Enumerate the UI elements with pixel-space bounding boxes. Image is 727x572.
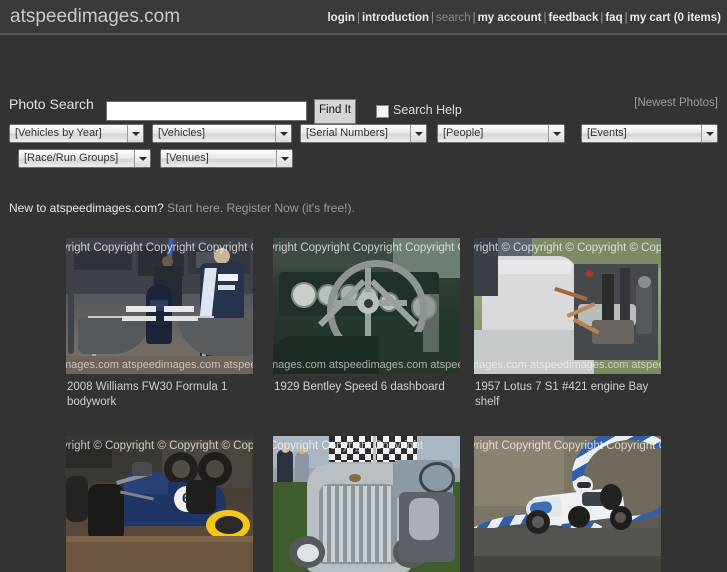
nav-link-feedback[interactable]: feedback (548, 12, 598, 24)
thumbnail-image[interactable]: yright Copyright Copyright Copyright Cop… (474, 436, 661, 572)
promo-register-link[interactable]: Register Now (226, 201, 298, 215)
dropdown-serial-numbers[interactable]: [Serial Numbers] (300, 124, 427, 143)
chevron-down-icon[interactable] (275, 125, 291, 142)
chevron-down-icon[interactable] (410, 125, 426, 142)
gallery-item[interactable]: Copyright Copyright Copyright (273, 436, 460, 572)
nav-link-faq[interactable]: faq (605, 12, 622, 24)
dropdown-label: [Venues] (166, 152, 209, 164)
thumbnail-image[interactable]: yright Copyright Copyright Copyright Cop… (66, 238, 253, 374)
dropdown-events[interactable]: [Events] (581, 124, 718, 143)
nav-link-my-account[interactable]: my account (478, 12, 542, 24)
find-it-button[interactable]: Find It (314, 99, 356, 124)
thumbnail-image[interactable]: 6 yright © Copyright © Copyright © Copyr… (66, 436, 253, 572)
thumbnail-image[interactable]: Copyright Copyright Copyright (273, 436, 460, 572)
search-help-checkbox[interactable] (376, 105, 389, 118)
gallery-item-caption[interactable]: 1929 Bentley Speed 6 dashboard (274, 380, 464, 395)
nav-link-introduction[interactable]: introduction (362, 12, 429, 24)
chevron-down-icon[interactable] (276, 150, 292, 167)
page-root: atspeedimages.com login | introduction | sea… (0, 0, 727, 572)
nav-separator: | (356, 12, 360, 24)
gallery-item-caption[interactable]: 1957 Lotus 7 S1 #421 engine Bay shelf (475, 380, 665, 410)
promo-prefix: New to atspeedimages.com? (9, 201, 164, 215)
dropdown-label: [Vehicles] (158, 127, 206, 139)
search-section: Photo Search Find It Search Help [Newest… (0, 35, 727, 124)
dropdown-venues[interactable]: [Venues] (160, 149, 293, 168)
site-header: atspeedimages.com login | introduction | sea… (0, 0, 727, 35)
search-help-label[interactable]: Search Help (393, 103, 462, 117)
gallery-item[interactable]: yright Copyright Copyright Copyright Cop… (474, 436, 661, 572)
newest-photos-link[interactable]: [Newest Photos] (634, 97, 718, 109)
chevron-down-icon[interactable] (127, 125, 143, 142)
gallery-item-caption[interactable]: 2008 Williams FW30 Formula 1 bodywork (67, 380, 257, 410)
dropdown-people[interactable]: [People] (437, 124, 565, 143)
nav-separator: | (431, 12, 435, 24)
thumbnail-image[interactable]: yright © Copyright © Copyright © Copyrig… (474, 238, 661, 374)
dropdown-label: [Serial Numbers] (306, 127, 388, 139)
chevron-down-icon[interactable] (134, 150, 150, 167)
gallery-item[interactable]: 6 yright © Copyright © Copyright © Copyr… (66, 436, 253, 572)
gallery-item[interactable]: yright Copyright Copyright Copyright Cop… (273, 238, 460, 393)
thumbnail-image[interactable]: yright Copyright Copyright Copyright Cop… (273, 238, 460, 374)
nav-link-login[interactable]: login (327, 12, 354, 24)
chevron-down-icon[interactable] (701, 125, 717, 142)
dropdown-label: [Vehicles by Year] (15, 127, 102, 139)
dropdown-race-run-groups[interactable]: [Race/Run Groups] (18, 149, 151, 168)
promo-suffix: (it's free!). (301, 201, 355, 215)
new-user-promo: New to atspeedimages.com? Start here. Re… (9, 201, 355, 215)
dropdown-label: [Events] (587, 127, 627, 139)
nav-link-search[interactable]: search (436, 12, 471, 24)
promo-start-here-link[interactable]: Start here. (167, 201, 223, 215)
gallery-item[interactable]: yright © Copyright © Copyright © Copyrig… (474, 238, 661, 408)
dropdown-vehicles[interactable]: [Vehicles] (152, 124, 292, 143)
dropdown-vehicles-by-year[interactable]: [Vehicles by Year] (9, 124, 144, 143)
nav-separator: | (624, 12, 628, 24)
search-input[interactable] (106, 101, 307, 121)
gallery-item[interactable]: yright Copyright Copyright Copyright Cop… (66, 238, 253, 408)
top-nav: login | introduction | search | my account | fee… (327, 12, 721, 24)
nav-separator: | (472, 12, 476, 24)
dropdown-label: [Race/Run Groups] (24, 152, 119, 164)
dropdown-label: [People] (443, 127, 484, 139)
photo-search-label: Photo Search (9, 96, 94, 112)
nav-link-my-cart[interactable]: my cart (0 items) (630, 12, 721, 24)
chevron-down-icon[interactable] (548, 125, 564, 142)
site-brand: atspeedimages.com (10, 6, 181, 27)
